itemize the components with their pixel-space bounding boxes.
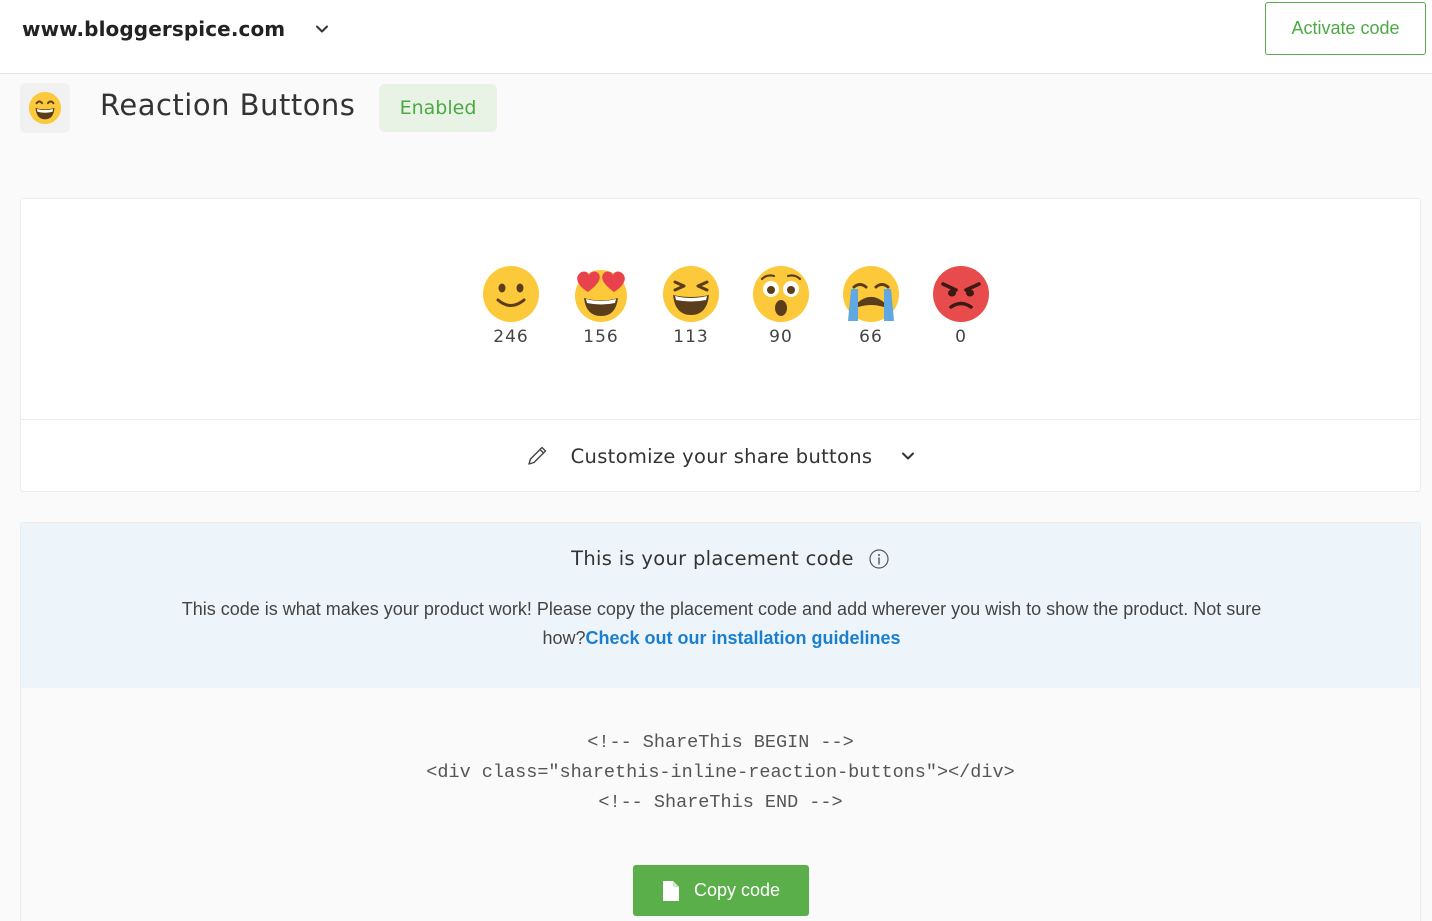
reaction-count: 0 xyxy=(955,327,967,347)
customize-label: Customize your share buttons xyxy=(570,444,873,468)
customize-toggle[interactable]: Customize your share buttons xyxy=(21,420,1420,492)
reaction-angry[interactable]: 0 xyxy=(916,265,1006,347)
preview-card: 246 156 113 90 66 0 Customize your share… xyxy=(20,198,1421,492)
chevron-down-icon xyxy=(316,25,328,33)
placement-header: This is your placement code This code is… xyxy=(21,523,1420,688)
reaction-count: 113 xyxy=(673,327,709,347)
angry-emoji-icon xyxy=(933,266,989,322)
reaction-count: 246 xyxy=(493,327,529,347)
code-line: <!-- ShareThis END --> xyxy=(598,792,843,813)
status-badge: Enabled xyxy=(379,84,497,132)
reaction-sad[interactable]: 66 xyxy=(826,265,916,347)
placement-title-row: This is your placement code xyxy=(21,547,1420,570)
document-icon xyxy=(662,880,679,901)
code-line: <!-- ShareThis BEGIN --> xyxy=(587,732,854,753)
grinning-emoji-icon xyxy=(28,91,62,125)
laughing-emoji-icon xyxy=(663,266,719,322)
placement-card: This is your placement code This code is… xyxy=(20,522,1421,921)
code-line: <div class="sharethis-inline-reaction-bu… xyxy=(426,762,1015,783)
top-bar: www.bloggerspice.com Activate code xyxy=(0,0,1432,74)
page-title: Reaction Buttons xyxy=(100,88,356,122)
reaction-count: 156 xyxy=(583,327,619,347)
copy-code-button[interactable]: Copy code xyxy=(633,865,809,916)
reaction-count: 90 xyxy=(769,327,793,347)
heart-eyes-emoji-icon xyxy=(575,270,627,322)
copy-code-label: Copy code xyxy=(693,880,781,900)
site-name: www.bloggerspice.com xyxy=(22,17,286,41)
product-icon xyxy=(20,83,70,133)
pencil-icon xyxy=(527,446,546,465)
crying-emoji-icon xyxy=(843,266,899,322)
reaction-laugh[interactable]: 113 xyxy=(646,265,736,347)
reaction-smile[interactable]: 246 xyxy=(466,265,556,347)
info-icon[interactable] xyxy=(868,548,890,570)
placement-code[interactable]: <!-- ShareThis BEGIN --> <div class="shar… xyxy=(21,728,1420,818)
reaction-buttons: 246 156 113 90 66 0 xyxy=(466,265,1006,347)
installation-guidelines-link[interactable]: Check out our installation guidelines xyxy=(585,628,900,648)
astonished-emoji-icon xyxy=(753,266,809,322)
activate-code-button[interactable]: Activate code xyxy=(1265,2,1426,55)
slight-smile-emoji-icon xyxy=(483,266,539,322)
reaction-count: 66 xyxy=(859,327,883,347)
placement-description: This code is what makes your product wor… xyxy=(161,595,1282,653)
reaction-wow[interactable]: 90 xyxy=(736,265,826,347)
chevron-down-icon xyxy=(902,452,915,460)
placement-title: This is your placement code xyxy=(571,547,854,570)
reaction-love[interactable]: 156 xyxy=(556,265,646,347)
site-selector[interactable]: www.bloggerspice.com xyxy=(22,14,330,44)
